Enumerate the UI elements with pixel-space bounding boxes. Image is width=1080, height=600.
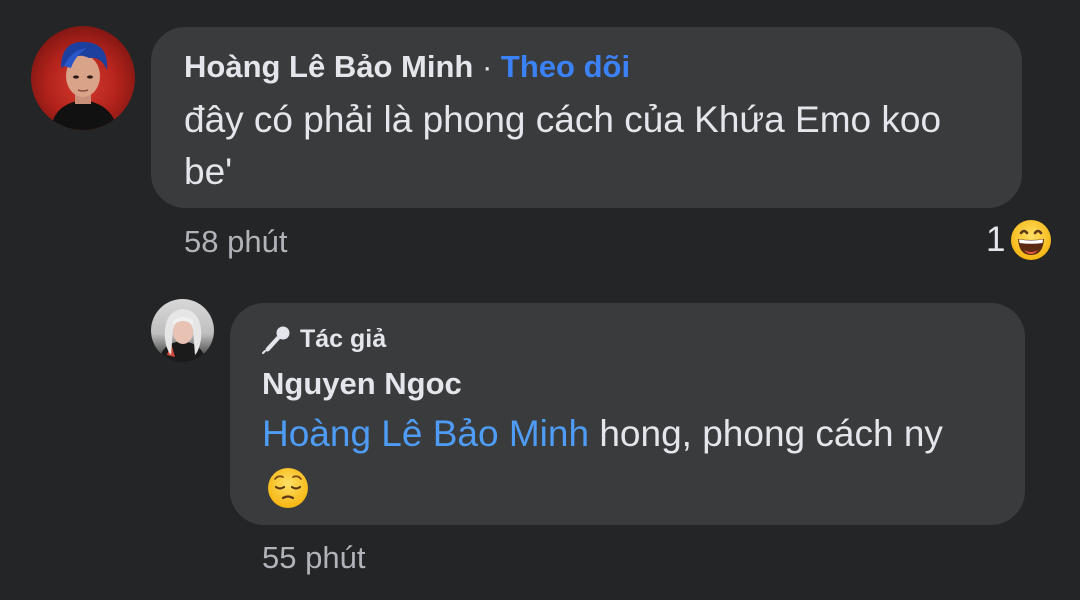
comment-header: Hoàng Lê Bảo Minh · Theo dõi [184,47,630,87]
author-badge: Tác giả [262,324,386,354]
separator-dot: · [481,49,493,84]
profile-photo [51,41,117,130]
comment-thread: Hoàng Lê Bảo Minh · Theo dõi đây có phải… [0,0,1080,600]
microphone-icon [262,326,290,354]
reply-author-name[interactable]: Nguyen Ngoc [262,364,462,404]
follow-button[interactable]: Theo dõi [501,49,630,84]
reply-message: hong, phong cách ny [589,413,943,454]
avatar[interactable] [31,26,135,130]
reply-timestamp[interactable]: 55 phút [262,538,365,578]
comment-author-name[interactable]: Hoàng Lê Bảo Minh [184,49,473,84]
reply-text: Hoàng Lê Bảo Minh hong, phong cách ny [262,408,1002,512]
comment-timestamp[interactable]: 58 phút [184,222,287,262]
reaction-count: 1 [986,220,1006,259]
comment-text: đây có phải là phong cách của Khứa Emo k… [184,99,942,192]
author-badge-label: Tác giả [300,324,387,353]
reply-avatar[interactable] [151,299,214,362]
grinning-face-emoji-icon [1011,220,1052,260]
pensive-face-emoji-icon [268,468,308,509]
profile-photo [159,309,206,362]
mention-link[interactable]: Hoàng Lê Bảo Minh [262,413,589,454]
reaction-summary[interactable]: 1 [986,218,1053,262]
